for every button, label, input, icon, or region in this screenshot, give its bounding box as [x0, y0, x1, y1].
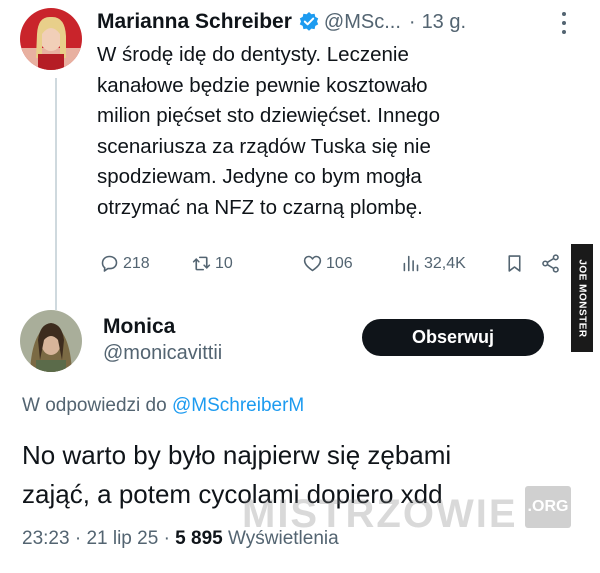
- retweet-count: 10: [215, 254, 233, 272]
- follow-button[interactable]: Obserwuj: [362, 319, 544, 356]
- reply-prefix: W odpowiedzi do: [22, 395, 167, 416]
- header-separator: ·: [408, 10, 416, 33]
- mistrzowie-watermark-tld: .ORG: [525, 486, 571, 528]
- share-button[interactable]: [540, 253, 564, 274]
- views-button[interactable]: 32,4K: [400, 253, 466, 274]
- tweet-header: Marianna Schreiber @MSc... · 13 g.: [97, 8, 466, 36]
- reply-time[interactable]: 23:23: [22, 528, 70, 549]
- reply-views-count: 5 895: [175, 528, 223, 549]
- reply-count: 218: [123, 254, 150, 272]
- like-button[interactable]: 106: [302, 253, 353, 274]
- retweet-icon: [192, 256, 211, 271]
- tweet-text: W środę idę do dentysty. Leczenie kanało…: [97, 43, 440, 219]
- thread-connector-line: [55, 78, 57, 310]
- like-icon: [303, 255, 322, 272]
- reply-author-name[interactable]: Monica: [103, 315, 175, 339]
- verified-badge-icon: [299, 12, 319, 31]
- author-name[interactable]: Marianna Schreiber: [97, 10, 292, 34]
- avatar-marianna[interactable]: [20, 8, 82, 70]
- bookmark-icon: [508, 255, 521, 272]
- reply-icon: [101, 255, 118, 272]
- meta-dot-2: ·: [163, 528, 170, 549]
- reply-button[interactable]: 218: [99, 253, 150, 274]
- tweet-time[interactable]: 13 g.: [422, 11, 466, 34]
- reply-meta: 23:23 · 21 lip 25 · 5 895 Wyświetlenia: [22, 528, 339, 550]
- reply-context: W odpowiedzi do @MSchreiberM: [22, 395, 304, 417]
- retweet-button[interactable]: 10: [191, 253, 233, 274]
- like-count: 106: [326, 254, 353, 272]
- reply-date[interactable]: 21 lip 25: [86, 528, 158, 549]
- reply-views-label: Wyświetlenia: [228, 528, 339, 549]
- meta-dot-1: ·: [74, 528, 82, 549]
- share-icon: [542, 254, 559, 273]
- avatar-monica[interactable]: [20, 310, 82, 372]
- views-count: 32,4K: [424, 254, 466, 272]
- more-options-icon[interactable]: [562, 12, 568, 34]
- views-icon: [403, 255, 419, 272]
- reply-mention-link[interactable]: @MSchreiberM: [172, 395, 304, 416]
- tweet-action-bar: 218 10 106 32,4K: [97, 253, 567, 277]
- bookmark-button[interactable]: [504, 253, 528, 274]
- author-handle[interactable]: @MSc...: [324, 11, 401, 34]
- joe-monster-watermark: JOE MONSTER: [571, 244, 593, 352]
- reply-author-handle[interactable]: @monicavittii: [103, 342, 222, 365]
